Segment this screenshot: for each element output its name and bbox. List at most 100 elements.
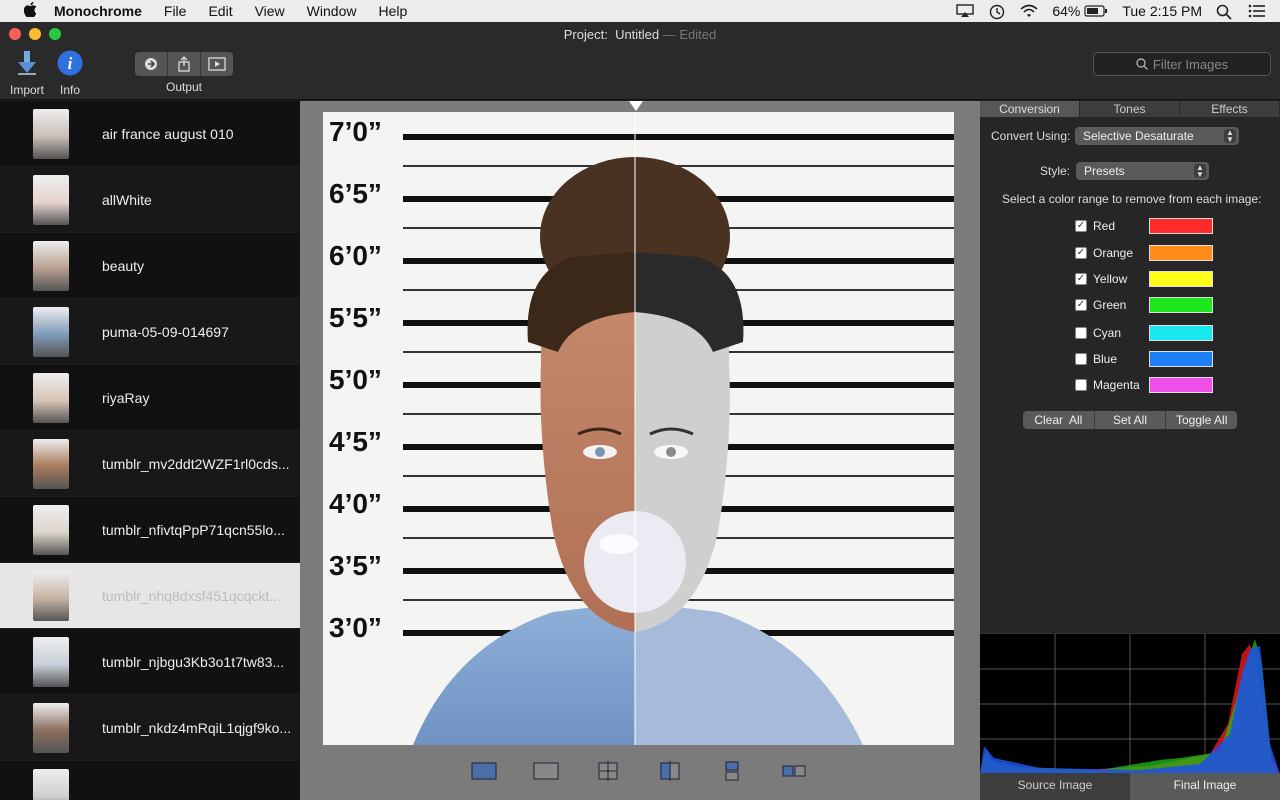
output-segmented-control[interactable]: [135, 52, 233, 76]
image-list-item[interactable]: tumblr_nfivtqPpP71qcn55lo...: [0, 497, 300, 563]
play-icon: [208, 57, 226, 71]
color-swatch-green[interactable]: [1149, 297, 1213, 313]
toggle-all-button[interactable]: Toggle All: [1166, 411, 1237, 429]
checkbox-yellow[interactable]: ✓: [1075, 273, 1087, 285]
color-label: Yellow: [1093, 272, 1128, 286]
image-thumbnail: [33, 372, 69, 423]
height-label: 5’5”: [329, 302, 382, 333]
image-preview-area: 7’0” 6’5” 6’0” 5’5” 5’0” 4’5” 4’0” 3’5” 3’0”: [300, 101, 980, 800]
slideshow-button[interactable]: [201, 52, 233, 76]
height-label: 3’5”: [329, 550, 382, 581]
height-line: [403, 134, 954, 140]
image-list-item[interactable]: beauty: [0, 233, 300, 299]
image-thumbnail: [33, 636, 69, 687]
app-name-menu[interactable]: Monochrome: [54, 3, 142, 19]
filter-images-search[interactable]: Filter Images: [1093, 52, 1271, 76]
forward-button[interactable]: [135, 52, 168, 76]
checkbox-magenta[interactable]: [1075, 379, 1087, 391]
airplay-icon[interactable]: [956, 4, 975, 18]
checkbox-red[interactable]: ✓: [1075, 220, 1087, 232]
color-swatch-red[interactable]: [1149, 218, 1213, 234]
tab-conversion[interactable]: Conversion: [980, 101, 1080, 117]
info-icon: i: [57, 50, 83, 76]
image-list-item[interactable]: tumblr_njbgu3Kb3o1t7tw83...: [0, 629, 300, 695]
color-range-red: ✓ Red: [1075, 217, 1213, 235]
color-label: Red: [1093, 219, 1116, 233]
clear-all-button[interactable]: Clear All: [1023, 411, 1095, 429]
menu-help[interactable]: Help: [378, 3, 407, 19]
menu-view[interactable]: View: [255, 3, 285, 19]
image-list-item[interactable]: puma-05-09-014697: [0, 299, 300, 365]
share-button[interactable]: [168, 52, 201, 76]
battery-icon[interactable]: [1084, 4, 1108, 18]
image-list-item[interactable]: tumblr_nkdz4mRqiL1qjgf9ko...: [0, 695, 300, 761]
time-machine-icon[interactable]: [988, 4, 1006, 20]
menu-file[interactable]: File: [164, 3, 187, 19]
image-name: tumblr_mv2ddt2WZF1rl0cds...: [102, 455, 290, 472]
color-swatch-yellow[interactable]: [1149, 271, 1213, 287]
split-handle-marker[interactable]: [629, 101, 643, 111]
style-select[interactable]: Presets ▲ ▼: [1076, 162, 1209, 180]
image-thumbnail: [33, 570, 69, 621]
color-swatch-magenta[interactable]: [1149, 377, 1213, 393]
set-all-button[interactable]: Set All: [1095, 411, 1167, 429]
color-range-magenta: Magenta: [1075, 376, 1213, 394]
menu-window[interactable]: Window: [307, 3, 357, 19]
tab-source-image[interactable]: Source Image: [980, 773, 1130, 800]
image-list-item[interactable]: tumblr_mv2ddt2WZF1rl0cds...: [0, 431, 300, 497]
image-name: tumblr_nkdz4mRqiL1qjgf9ko...: [102, 719, 292, 736]
info-button[interactable]: i Info: [54, 50, 86, 97]
window-toolbar: Project: Untitled — Edited Import i Info…: [0, 22, 1280, 100]
view-stacked-icon[interactable]: [719, 761, 745, 781]
histogram: [980, 633, 1280, 774]
image-list-item[interactable]: air france august 010: [0, 101, 300, 167]
image-list[interactable]: air france august 010 allWhite beauty puma-…: [0, 101, 300, 800]
checkbox-blue[interactable]: [1075, 353, 1087, 365]
updown-chevron-icon: ▲ ▼: [1224, 129, 1236, 144]
color-label: Orange: [1093, 246, 1134, 260]
color-label: Green: [1093, 298, 1127, 312]
view-single-empty-icon[interactable]: [533, 761, 559, 781]
view-split-active-icon[interactable]: [657, 761, 683, 781]
checkbox-orange[interactable]: ✓: [1075, 247, 1087, 259]
color-label: Magenta: [1093, 378, 1140, 392]
image-list-item[interactable]: allWhite: [0, 167, 300, 233]
image-thumbnail: [33, 108, 69, 159]
apple-menu-icon[interactable]: [20, 1, 40, 20]
view-single-filled-icon[interactable]: [471, 761, 497, 781]
color-swatch-orange[interactable]: [1149, 245, 1213, 261]
tab-final-image[interactable]: Final Image: [1130, 773, 1280, 800]
wifi-icon[interactable]: [1020, 4, 1038, 18]
color-swatch-cyan[interactable]: [1149, 325, 1213, 341]
height-label: 6’5”: [329, 178, 382, 209]
convert-using-select[interactable]: Selective Desaturate ▲ ▼: [1075, 127, 1239, 145]
checkbox-green[interactable]: ✓: [1075, 299, 1087, 311]
style-label: Style:: [1040, 164, 1071, 178]
color-swatch-blue[interactable]: [1149, 351, 1213, 367]
color-range-orange: ✓ Orange: [1075, 244, 1213, 262]
menu-clock[interactable]: Tue 2:15 PM: [1122, 3, 1202, 19]
tab-tones[interactable]: Tones: [1080, 101, 1180, 117]
view-side-by-side-icon[interactable]: [781, 761, 807, 781]
image-name: puma-05-09-014697: [102, 323, 229, 340]
histogram-graphic: [980, 634, 1280, 774]
color-range-blue: Blue: [1075, 350, 1213, 368]
forward-arrow-icon: [145, 58, 157, 70]
image-list-item[interactable]: tumblr_nhq8dxsf451qcqckt...: [0, 563, 300, 629]
view-split-vertical-icon[interactable]: [595, 761, 621, 781]
color-range-yellow: ✓ Yellow: [1075, 270, 1213, 288]
checkbox-cyan[interactable]: [1075, 327, 1087, 339]
image-thumbnail: [33, 306, 69, 357]
import-button[interactable]: Import: [8, 50, 46, 97]
notification-center-icon[interactable]: [1248, 4, 1266, 18]
height-label: 4’0”: [329, 488, 382, 519]
tab-effects[interactable]: Effects: [1180, 101, 1280, 117]
color-label: Blue: [1093, 352, 1118, 366]
preview-image[interactable]: 7’0” 6’5” 6’0” 5’5” 5’0” 4’5” 4’0” 3’5” 3’0”: [323, 112, 954, 745]
image-list-item[interactable]: riyaRay: [0, 365, 300, 431]
spotlight-search-icon[interactable]: [1216, 4, 1234, 20]
image-list-item[interactable]: [0, 761, 300, 800]
image-thumbnail: [33, 438, 69, 489]
height-label: 5’0”: [329, 364, 382, 395]
menu-edit[interactable]: Edit: [208, 3, 232, 19]
